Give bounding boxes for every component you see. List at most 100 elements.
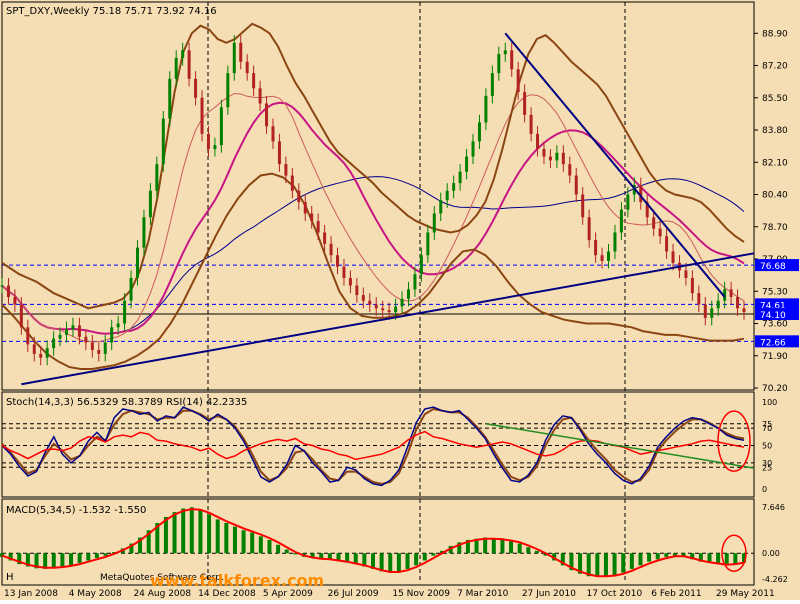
candle-body <box>697 293 701 305</box>
candle-body <box>239 42 243 62</box>
candle-body <box>729 289 733 297</box>
macd-bar <box>94 553 99 559</box>
macd-bar <box>379 553 384 572</box>
macd-bar <box>414 553 419 566</box>
candle-body <box>452 183 456 191</box>
candle-body <box>536 133 540 149</box>
candle-body <box>510 50 514 70</box>
x-tick-label: 6 Feb 2011 <box>651 589 701 599</box>
stoch-level-label: 50 <box>762 442 772 451</box>
candle-body <box>52 338 56 349</box>
candle-body <box>419 255 423 275</box>
candle-body <box>290 175 294 191</box>
macd-bar <box>163 516 168 554</box>
candle-body <box>613 232 617 252</box>
chart-canvas: 13 Jan 2008 4 May 2008 24 Aug 2008 14 Dec 2… <box>0 1 799 599</box>
candle-body <box>671 251 675 263</box>
macd-bar <box>405 553 410 569</box>
macd-bar <box>284 549 289 554</box>
candle-body <box>142 217 146 248</box>
candle-body <box>406 289 410 299</box>
candle-body <box>348 277 352 286</box>
watermark-brand: www.talkforex.com <box>150 571 324 590</box>
candle-body <box>516 69 520 93</box>
candle-body <box>684 270 688 278</box>
candle-body <box>58 334 62 339</box>
candle-body <box>342 266 346 278</box>
candle-body <box>265 103 269 127</box>
price-tick-label: 80.40 <box>762 191 788 201</box>
macd-bar <box>77 553 82 563</box>
macd-bar <box>86 553 91 561</box>
macd-bar <box>491 538 496 554</box>
candle-body <box>477 122 481 142</box>
candle-body <box>258 88 262 104</box>
candle-body <box>277 141 281 165</box>
candle-body <box>587 217 591 241</box>
macd-bar <box>198 509 203 554</box>
candle-body <box>368 300 372 305</box>
price-tick-label: 88.90 <box>762 29 788 39</box>
candle-body <box>129 277 133 301</box>
price-tick-label: 83.80 <box>762 126 788 136</box>
candle-body <box>432 213 436 233</box>
macd-bar <box>250 532 255 554</box>
candle-body <box>303 202 307 214</box>
stoch-level-label: 100 <box>762 398 777 407</box>
candle-body <box>84 336 88 343</box>
x-tick-label: 29 May 2011 <box>716 589 775 599</box>
candle-body <box>206 133 210 149</box>
candle-body <box>458 171 462 184</box>
candle-body <box>271 126 275 142</box>
chart-window: 13 Jan 2008 4 May 2008 24 Aug 2008 14 Dec 2… <box>0 0 800 600</box>
stoch-level-label: 0 <box>762 485 767 494</box>
price-highlight-label: 76.68 <box>760 262 786 272</box>
macd-bar <box>655 553 660 560</box>
price-tick-label: 71.90 <box>762 352 788 362</box>
candle-body <box>716 300 720 309</box>
macd-bar <box>603 553 608 577</box>
candle-body <box>361 295 365 301</box>
macd-bar <box>276 544 281 554</box>
candle-body <box>323 232 327 244</box>
price-header: SPT_DXY,Weekly 75.18 75.71 73.92 74.16 <box>6 6 217 17</box>
macd-bar <box>258 536 263 554</box>
candle-body <box>355 285 359 296</box>
candle-body <box>65 329 69 335</box>
candle-body <box>284 164 288 176</box>
macd-bar <box>267 539 272 554</box>
macd-bar <box>69 553 74 566</box>
macd-bar <box>509 541 514 554</box>
candle-body <box>13 296 17 305</box>
stoch-level-label: 70 <box>762 424 772 433</box>
stoch-level-label: 25 <box>762 463 772 472</box>
macd-bar <box>638 553 643 566</box>
candle-body <box>155 164 159 191</box>
candle-body <box>703 304 707 318</box>
candle-body <box>39 353 43 358</box>
price-tick-label: 78.70 <box>762 223 788 233</box>
candle-body <box>135 247 139 278</box>
candle-body <box>652 217 656 229</box>
macd-bar <box>431 553 436 556</box>
x-tick-label: 27 Jun 2010 <box>522 589 576 599</box>
candle-body <box>394 306 398 313</box>
macd-bar <box>647 553 652 562</box>
candle-body <box>116 323 120 328</box>
candle-body <box>26 327 30 345</box>
candle-body <box>600 255 604 261</box>
macd-bar <box>51 553 56 569</box>
candle-body <box>123 300 127 324</box>
candle-body <box>245 61 249 74</box>
x-tick-label: 14 Dec 2008 <box>198 589 256 599</box>
macd-bar <box>422 553 427 561</box>
candle-body <box>619 209 623 233</box>
candle-body <box>187 50 191 79</box>
macd-bar <box>60 553 65 568</box>
macd-bar <box>224 522 229 554</box>
candle-body <box>19 304 23 328</box>
price-tick-label: 70.20 <box>762 384 788 394</box>
candle-body <box>90 342 94 351</box>
macd-level-label: 0.00 <box>762 549 780 558</box>
candle-body <box>626 194 630 210</box>
